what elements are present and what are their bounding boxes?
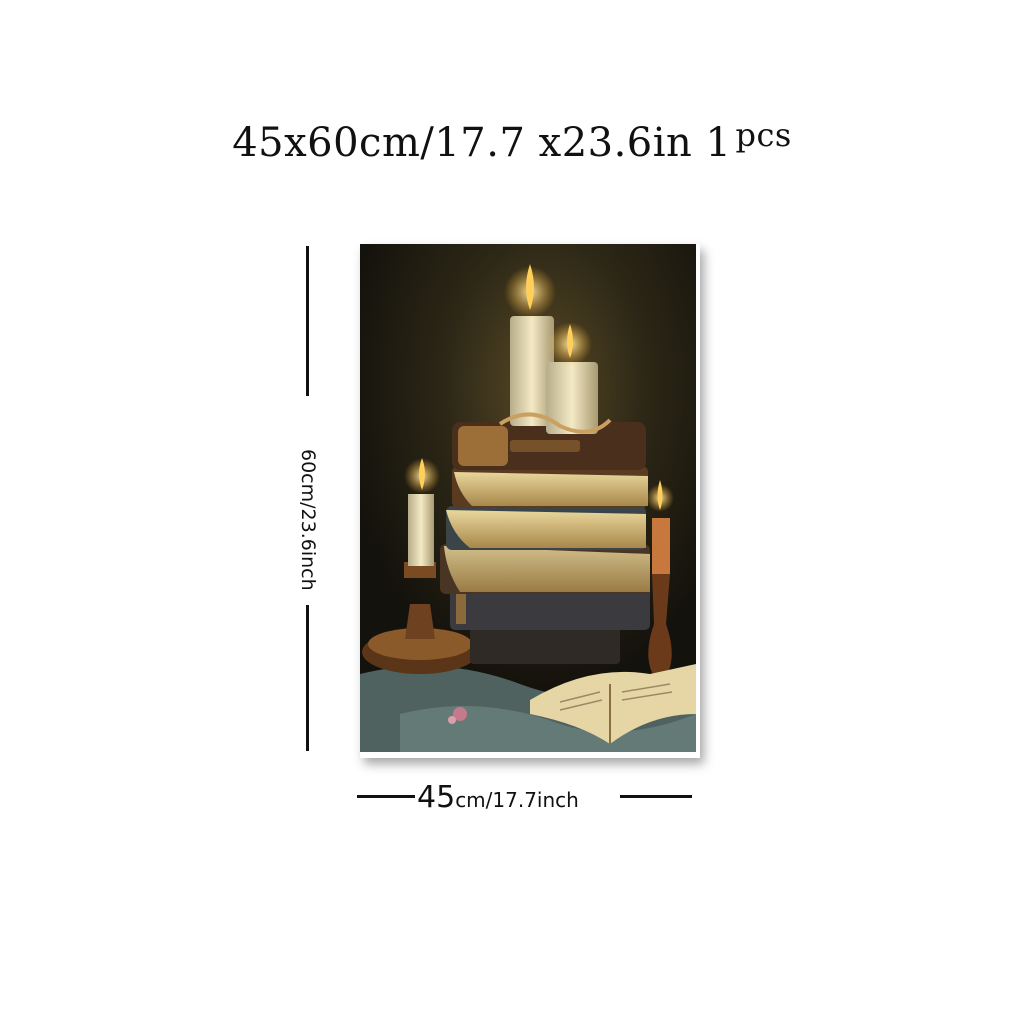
size-headline: 45x60cm/17.7 x23.6in 1 pcs: [0, 116, 1024, 166]
candles-and-books-painting: [360, 244, 696, 752]
width-line-right: [620, 795, 692, 798]
height-line-bottom: [306, 605, 309, 751]
quantity-unit: pcs: [735, 116, 792, 154]
width-line-left: [357, 795, 415, 798]
width-unit: cm/17.7inch: [455, 788, 579, 812]
left-candle: [408, 494, 434, 566]
quantity-number: 1: [705, 120, 732, 166]
book-stack: [440, 422, 650, 664]
canvas-artwork: [360, 244, 696, 752]
height-line-top: [306, 246, 309, 396]
height-label: 60cm/23.6inch: [297, 449, 319, 591]
size-text: 45x60cm/17.7 x23.6in: [232, 120, 693, 166]
width-value: 45: [417, 780, 456, 815]
width-label: 45cm/17.7inch: [417, 780, 617, 815]
right-candle: [652, 518, 670, 574]
